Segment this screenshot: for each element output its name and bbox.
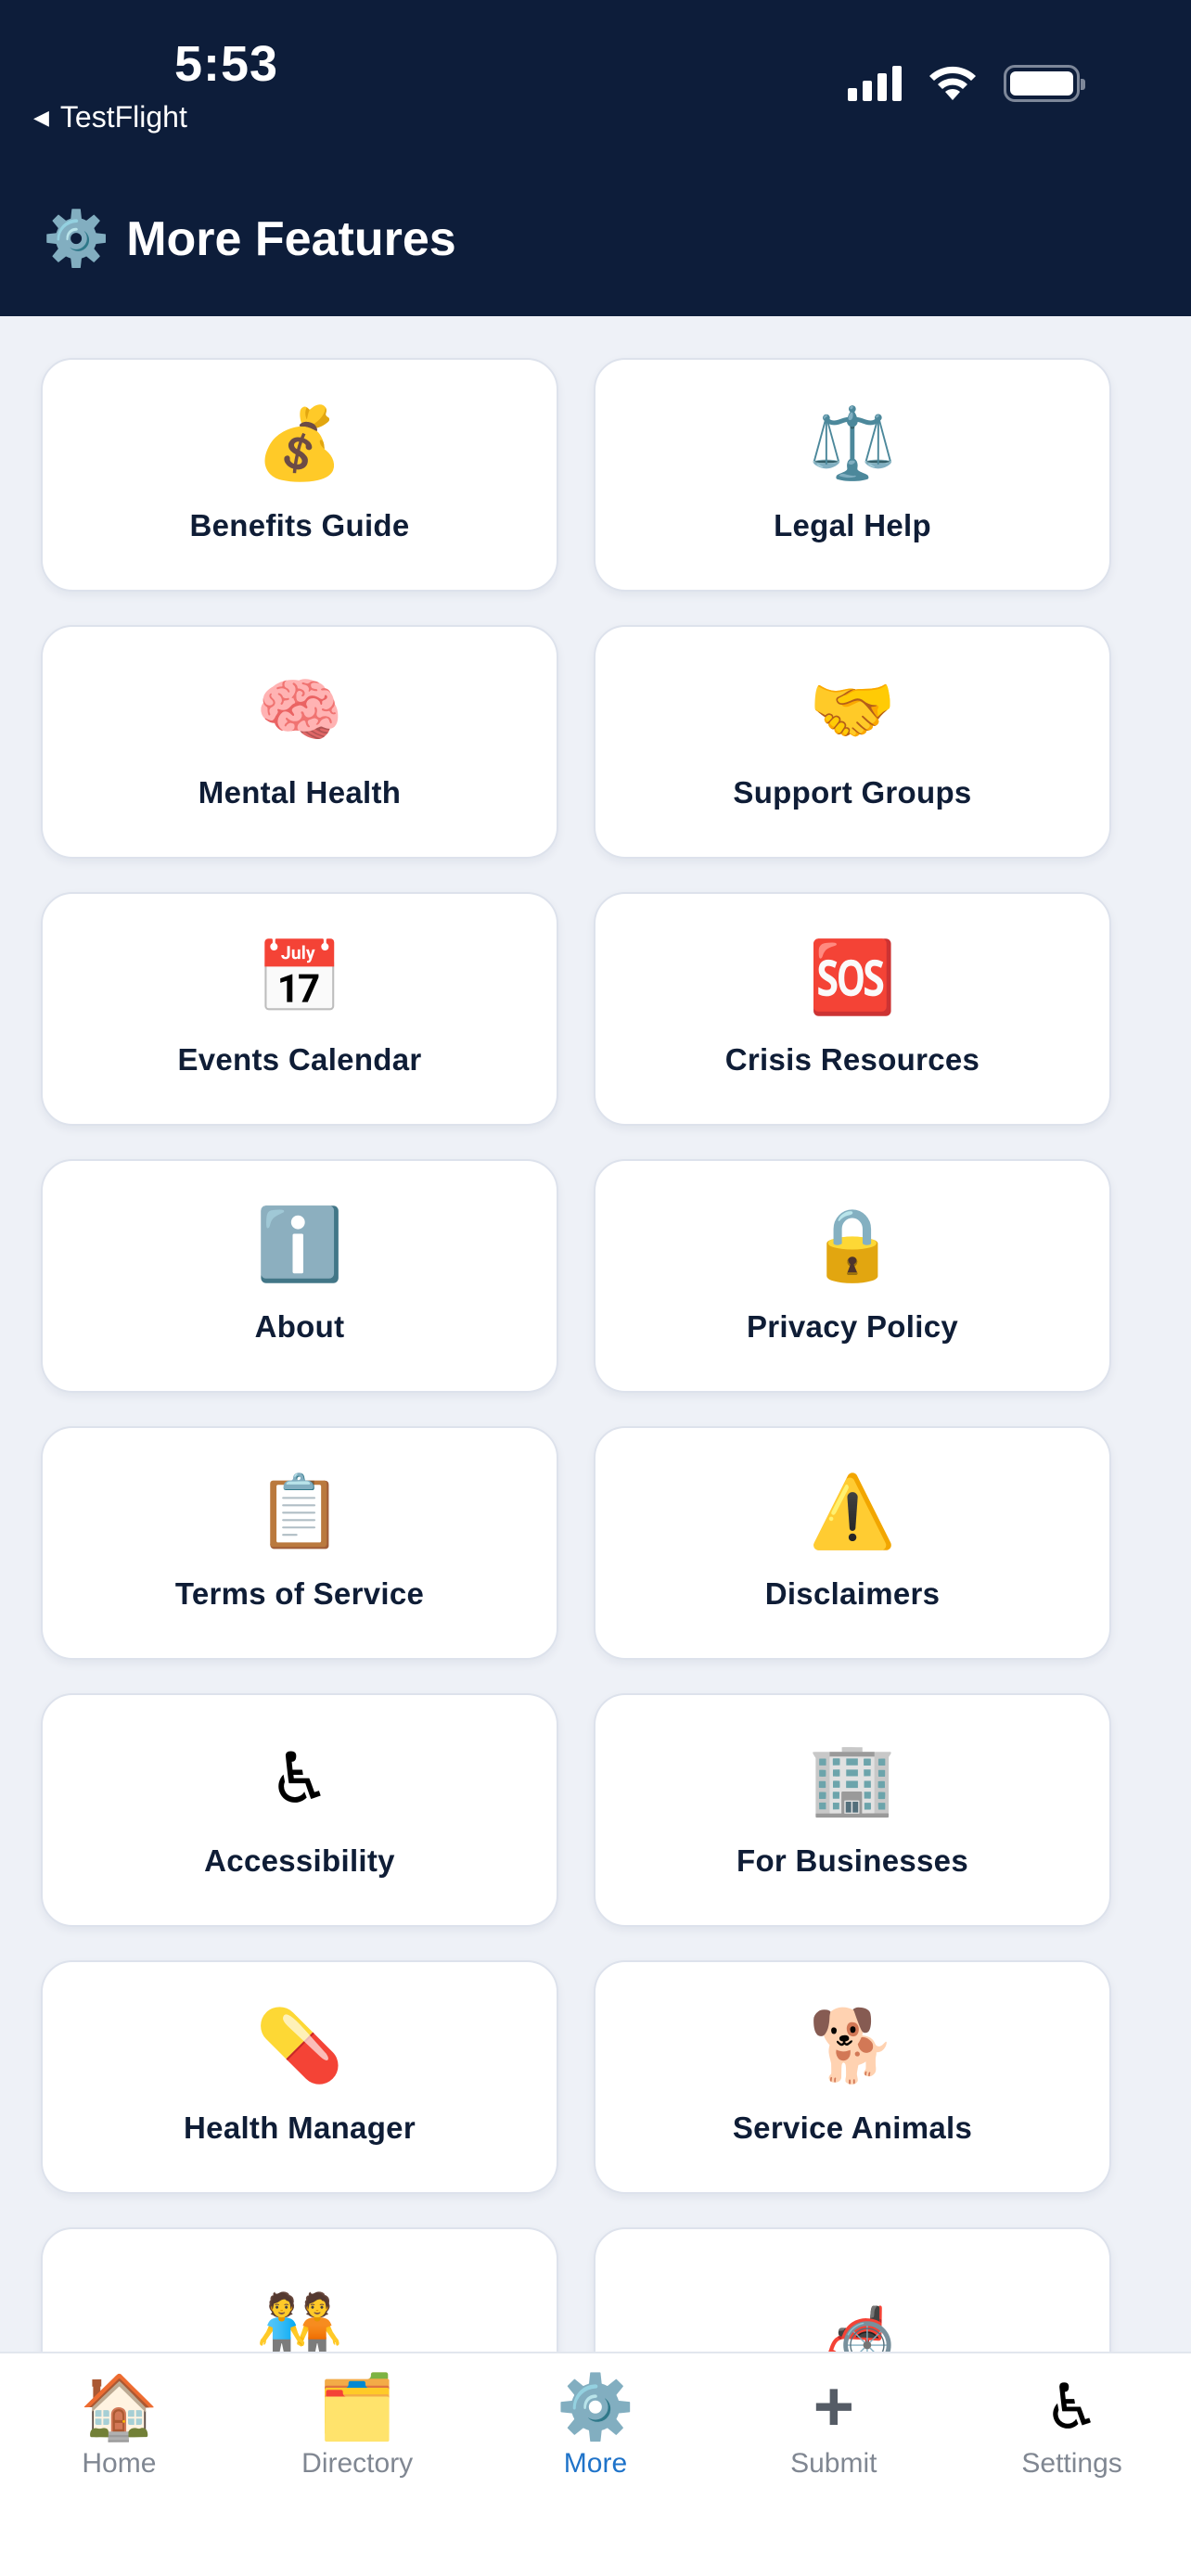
page-title-group: ⚙️ More Features — [43, 211, 456, 267]
tab-label: Settings — [1021, 2448, 1122, 2479]
tab-home[interactable]: 🏠 Home — [17, 2372, 221, 2480]
sos-icon: 🆘 — [808, 938, 897, 1017]
plus-icon: + — [813, 2367, 854, 2446]
tab-label: Home — [82, 2448, 157, 2479]
card-label: Mental Health — [198, 775, 402, 810]
card-label: Support Groups — [733, 775, 972, 810]
page-title: More Features — [126, 212, 456, 266]
card-label: Benefits Guide — [189, 508, 410, 542]
back-to-testflight[interactable]: ◀ TestFlight — [33, 100, 187, 134]
warning-icon: ⚠️ — [808, 1473, 897, 1551]
card-mental-health[interactable]: 🧠 Mental Health — [41, 625, 558, 859]
brain-icon: 🧠 — [255, 671, 344, 750]
card-health-manager[interactable]: 💊 Health Manager — [41, 1960, 558, 2194]
back-app-label: TestFlight — [59, 100, 187, 134]
card-label: Events Calendar — [177, 1042, 422, 1077]
back-arrow-icon: ◀ — [33, 105, 49, 129]
info-icon: ℹ️ — [255, 1205, 344, 1284]
scales-icon: ⚖️ — [808, 404, 897, 483]
gear-icon: ⚙️ — [556, 2372, 635, 2442]
card-events-calendar[interactable]: 📅 Events Calendar — [41, 892, 558, 1126]
card-support-groups[interactable]: 🤝 Support Groups — [594, 625, 1111, 859]
features-grid: 💰 Benefits Guide ⚖️ Legal Help 🧠 Mental … — [41, 358, 1111, 2461]
status-time: 5:53 — [174, 36, 279, 92]
card-label: Accessibility — [204, 1843, 395, 1878]
card-disclaimers[interactable]: ⚠️ Disclaimers — [594, 1426, 1111, 1660]
cellular-signal-icon — [848, 66, 902, 101]
card-label: Service Animals — [732, 2111, 973, 2145]
more-features-screen: 5:53 ◀ TestFlight ⚙️ More Features 💰 Ben… — [0, 0, 1191, 2576]
tab-more[interactable]: ⚙️ More — [493, 2372, 698, 2480]
tab-label: Directory — [301, 2448, 414, 2479]
lock-icon: 🔒 — [808, 1205, 897, 1284]
card-about[interactable]: ℹ️ About — [41, 1159, 558, 1393]
card-label: For Businesses — [736, 1843, 968, 1878]
card-crisis-resources[interactable]: 🆘 Crisis Resources — [594, 892, 1111, 1126]
dog-icon: 🐕 — [808, 2007, 897, 2085]
card-accessibility[interactable]: ♿ Accessibility — [41, 1693, 558, 1927]
card-terms-of-service[interactable]: 📋 Terms of Service — [41, 1426, 558, 1660]
header: 5:53 ◀ TestFlight ⚙️ More Features — [0, 0, 1191, 316]
tab-submit[interactable]: + Submit — [732, 2372, 936, 2480]
card-label: Disclaimers — [764, 1576, 941, 1611]
card-benefits-guide[interactable]: 💰 Benefits Guide — [41, 358, 558, 592]
tab-settings[interactable]: ♿ Settings — [970, 2372, 1174, 2480]
tab-label: Submit — [790, 2448, 877, 2479]
tab-bar: 🏠 Home 🗂️ Directory ⚙️ More + Submit ♿ S… — [0, 2352, 1191, 2576]
house-icon: 🏠 — [80, 2372, 159, 2442]
card-label: Health Manager — [184, 2111, 416, 2145]
gear-icon: ⚙️ — [43, 209, 110, 269]
status-icons — [848, 65, 1085, 102]
wifi-icon — [929, 66, 976, 100]
wheelchair-symbol-icon: ♿ — [1044, 2372, 1101, 2442]
office-building-icon: 🏢 — [808, 1740, 897, 1818]
card-label: Legal Help — [774, 508, 931, 542]
card-label: Crisis Resources — [724, 1042, 980, 1077]
card-index-dividers-icon: 🗂️ — [317, 2372, 397, 2442]
battery-icon — [1004, 65, 1085, 102]
card-service-animals[interactable]: 🐕 Service Animals — [594, 1960, 1111, 2194]
card-for-businesses[interactable]: 🏢 For Businesses — [594, 1693, 1111, 1927]
card-label: Privacy Policy — [746, 1309, 958, 1344]
handshake-icon: 🤝 — [808, 671, 897, 750]
tab-label: More — [563, 2448, 628, 2479]
money-bag-icon: 💰 — [255, 404, 344, 483]
calendar-icon: 📅 — [255, 938, 344, 1017]
wheelchair-symbol-icon: ♿ — [267, 1740, 332, 1818]
card-legal-help[interactable]: ⚖️ Legal Help — [594, 358, 1111, 592]
tab-directory[interactable]: 🗂️ Directory — [255, 2372, 459, 2480]
clipboard-icon: 📋 — [255, 1473, 344, 1551]
card-label: Terms of Service — [174, 1576, 425, 1611]
card-privacy-policy[interactable]: 🔒 Privacy Policy — [594, 1159, 1111, 1393]
card-label: About — [254, 1309, 345, 1344]
pill-icon: 💊 — [255, 2007, 344, 2085]
